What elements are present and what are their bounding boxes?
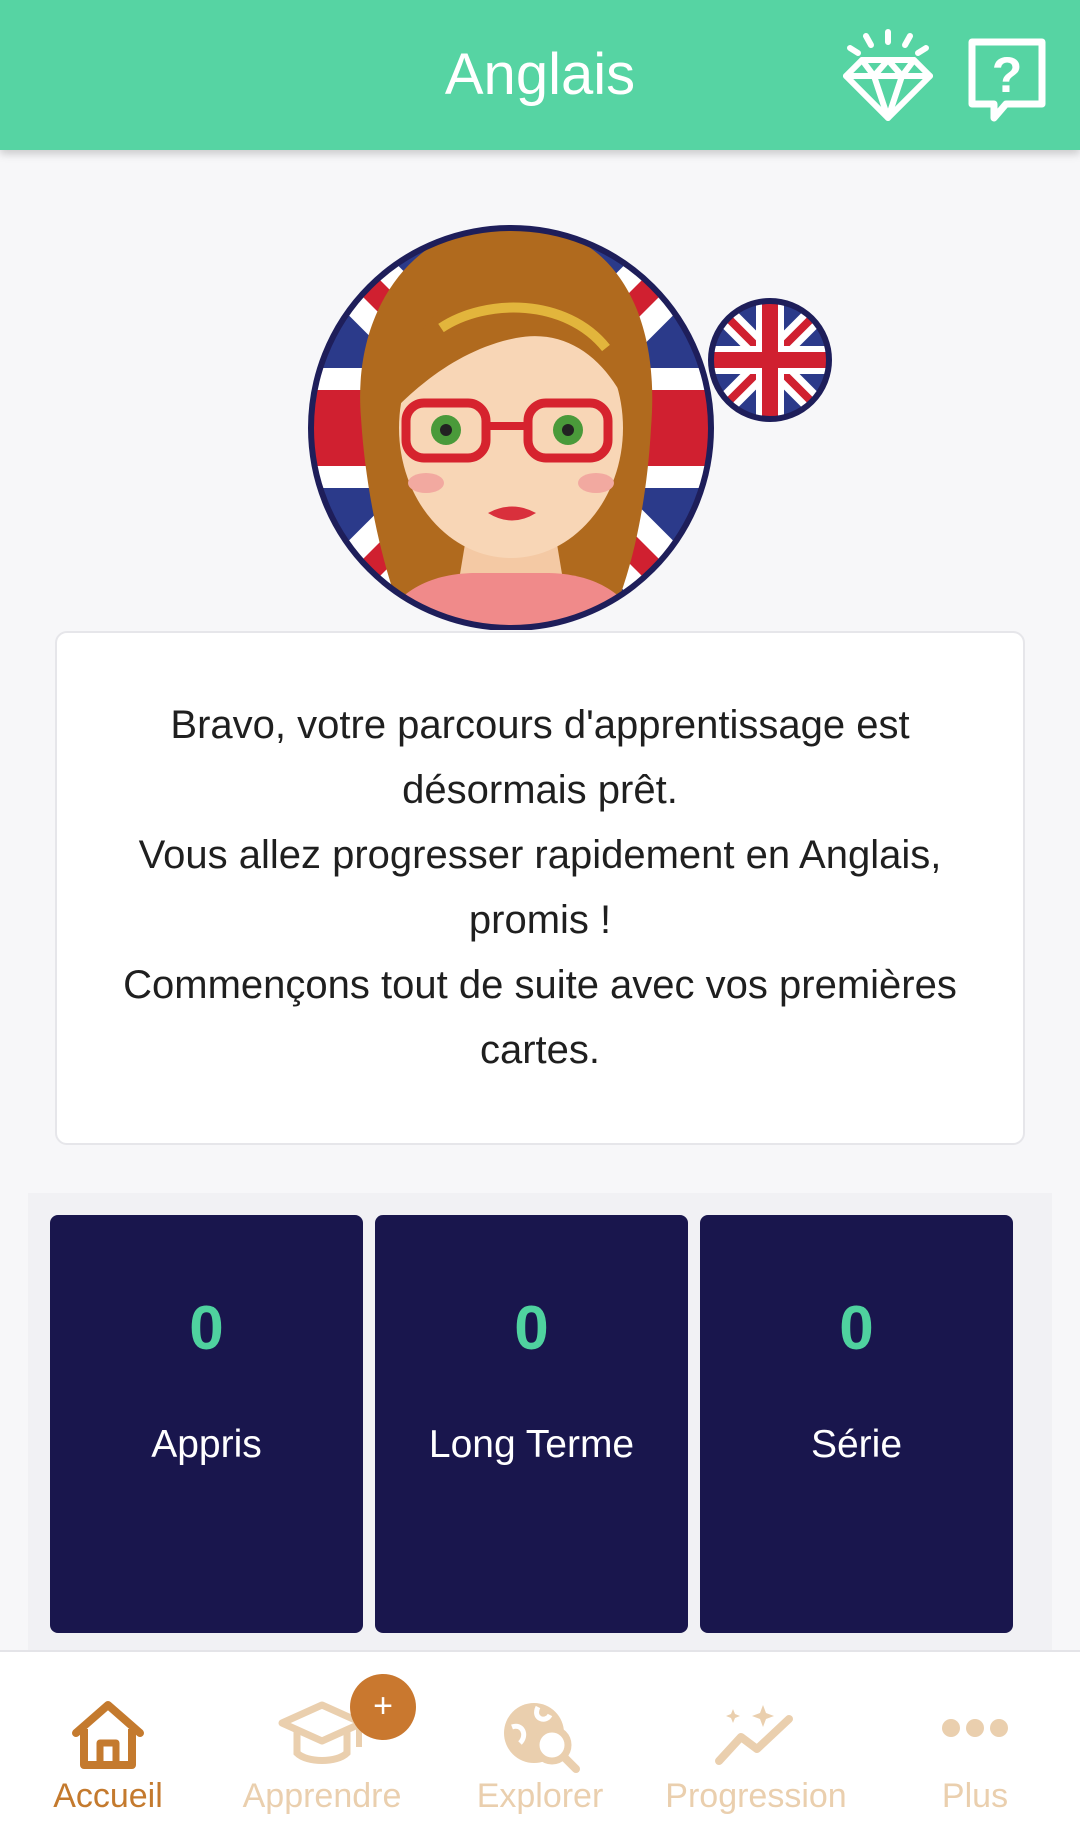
nav-label: Plus bbox=[941, 1777, 1009, 1815]
progress-chart-icon bbox=[711, 1697, 801, 1778]
help-icon[interactable]: ? bbox=[966, 36, 1048, 136]
stat-learned[interactable]: 0 Appris bbox=[50, 1215, 363, 1633]
nav-item-progression[interactable]: Progression bbox=[650, 1652, 862, 1848]
home-icon bbox=[68, 1697, 148, 1776]
nav-label: Apprendre bbox=[242, 1777, 402, 1815]
nav-item-accueil[interactable]: Accueil bbox=[20, 1652, 196, 1848]
uk-flag-icon bbox=[706, 296, 834, 424]
stat-streak[interactable]: 0 Série bbox=[700, 1215, 1013, 1633]
message-line-progress: Vous allez progresser rapidement en Angl… bbox=[138, 833, 942, 942]
nav-label: Progression bbox=[665, 1777, 847, 1815]
nav-label: Explorer bbox=[476, 1777, 604, 1815]
stat-value: 0 bbox=[839, 1294, 874, 1363]
message-line-start: Commençons tout de suite avec vos premiè… bbox=[123, 963, 957, 1072]
nav-item-plus[interactable]: Plus bbox=[890, 1652, 1060, 1848]
stat-label: Appris bbox=[151, 1423, 262, 1466]
more-dots-icon bbox=[939, 1716, 1011, 1745]
globe-search-icon bbox=[498, 1697, 582, 1778]
new-cards-badge[interactable]: + bbox=[350, 1674, 416, 1740]
teacher-avatar bbox=[266, 178, 766, 630]
message-line-ready: Bravo, votre parcours d'apprentissage es… bbox=[170, 703, 910, 812]
welcome-message-card: Bravo, votre parcours d'apprentissage es… bbox=[55, 631, 1025, 1145]
stat-long-term[interactable]: 0 Long Terme bbox=[375, 1215, 688, 1633]
stat-value: 0 bbox=[189, 1294, 224, 1363]
svg-text:?: ? bbox=[992, 47, 1023, 103]
stats-panel: 0 Appris 0 Long Terme 0 Série bbox=[28, 1193, 1052, 1651]
stat-label: Long Terme bbox=[428, 1423, 635, 1466]
stat-value: 0 bbox=[514, 1294, 549, 1363]
top-app-bar: Anglais ? bbox=[0, 0, 1080, 150]
stat-label: Série bbox=[810, 1423, 903, 1466]
app-screen: Anglais ? Bravo, votre parcours d'appren… bbox=[0, 0, 1080, 1848]
bottom-navigation: Accueil Apprendre Explorer Progression P… bbox=[0, 1650, 1080, 1848]
nav-label: Accueil bbox=[53, 1777, 163, 1815]
nav-item-explorer[interactable]: Explorer bbox=[452, 1652, 628, 1848]
diamond-icon[interactable] bbox=[838, 26, 938, 126]
